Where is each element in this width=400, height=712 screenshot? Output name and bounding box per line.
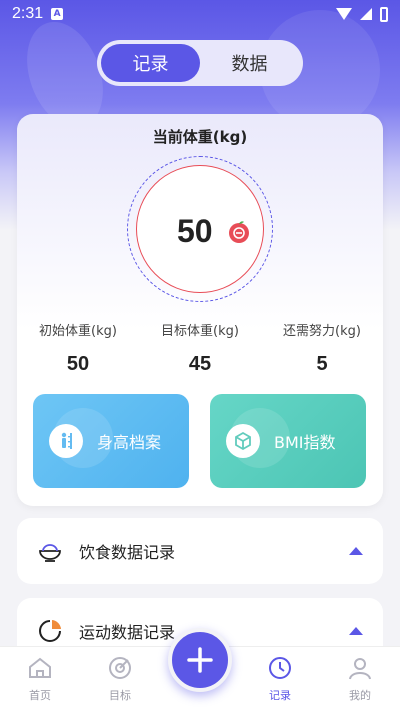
bubble-decoration — [230, 408, 290, 468]
bubble-decoration — [53, 408, 113, 468]
weight-card: 当前体重(kg) 50 初始体重(kg) 50 目标体重(kg) 45 还需努力… — [17, 114, 383, 506]
tab-switch: 记录 数据 — [97, 40, 303, 86]
stat-target-weight: 目标体重(kg) 45 — [139, 320, 261, 376]
current-weight-value: 50 — [177, 213, 213, 249]
nav-profile-label: 我的 — [349, 689, 371, 702]
signal-icon — [360, 8, 372, 20]
plus-icon — [187, 647, 213, 673]
target-icon — [109, 657, 131, 679]
stat-initial-weight: 初始体重(kg) 50 — [17, 320, 139, 376]
status-time: 2:31 — [12, 5, 44, 22]
apple-icon — [229, 221, 249, 243]
food-bowl-icon — [39, 544, 61, 562]
add-record-button[interactable] — [168, 628, 232, 692]
sport-pie-icon — [39, 620, 61, 642]
clock-icon — [269, 657, 291, 679]
diet-record-label: 饮食数据记录 — [79, 543, 176, 562]
status-bar: 2:31 A — [0, 0, 400, 28]
nav-record[interactable]: 记录 — [240, 647, 320, 712]
stat-label: 目标体重(kg) — [161, 324, 239, 339]
nav-target-label: 目标 — [109, 689, 131, 702]
bmi-button[interactable]: BMI指数 — [210, 394, 366, 488]
home-icon — [29, 657, 51, 678]
nav-target[interactable]: 目标 — [80, 647, 160, 712]
nav-record-label: 记录 — [269, 689, 291, 702]
caret-up-icon[interactable] — [349, 547, 363, 555]
tab-data[interactable]: 数据 — [200, 44, 299, 82]
height-profile-button[interactable]: 身高档案 — [33, 394, 189, 488]
tab-record[interactable]: 记录 — [101, 44, 200, 82]
stat-label: 初始体重(kg) — [39, 324, 117, 339]
nav-home[interactable]: 首页 — [0, 647, 80, 712]
diet-record-row[interactable]: 饮食数据记录 — [17, 518, 383, 584]
stat-remaining-weight: 还需努力(kg) 5 — [261, 320, 383, 376]
nav-home-label: 首页 — [29, 689, 51, 702]
sport-record-label: 运动数据记录 — [79, 623, 176, 642]
notification-icon: A — [51, 8, 64, 20]
weight-stats: 初始体重(kg) 50 目标体重(kg) 45 还需努力(kg) 5 — [17, 320, 383, 376]
stat-value: 5 — [316, 353, 328, 375]
wifi-icon — [336, 8, 352, 20]
battery-icon — [380, 6, 388, 22]
nav-profile[interactable]: 我的 — [320, 647, 400, 712]
caret-up-icon[interactable] — [349, 627, 363, 635]
current-weight-title: 当前体重(kg) — [152, 128, 248, 146]
stat-label: 还需努力(kg) — [283, 324, 361, 339]
stat-value: 45 — [188, 353, 212, 375]
profile-icon — [349, 658, 371, 680]
stat-value: 50 — [66, 353, 90, 375]
